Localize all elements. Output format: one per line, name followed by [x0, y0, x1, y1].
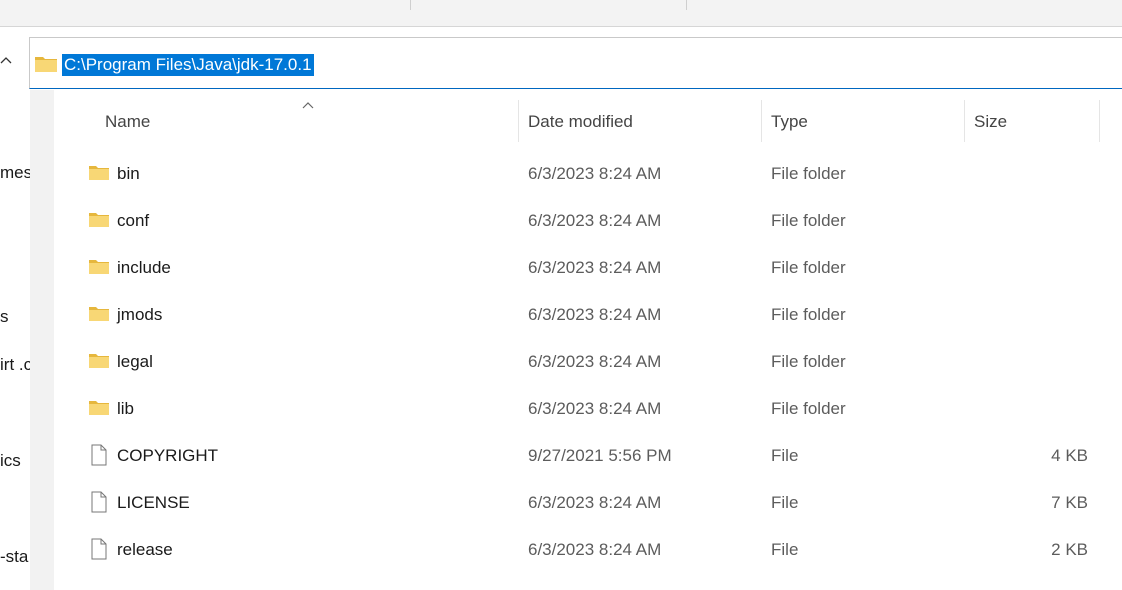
file-icon: [90, 444, 112, 466]
file-row[interactable]: conf 6/3/2023 8:24 AM File folder: [0, 210, 1122, 250]
address-path[interactable]: C:\Program Files\Java\jdk-17.0.1: [62, 54, 314, 76]
column-header-row: Name Date modified Type Size: [0, 100, 1122, 146]
file-date-modified: 6/3/2023 8:24 AM: [528, 211, 662, 230]
folder-icon: [88, 304, 110, 326]
address-bar[interactable]: C:\Program Files\Java\jdk-17.0.1: [29, 37, 1122, 89]
column-header-name[interactable]: Name: [105, 112, 150, 132]
file-type: File folder: [771, 352, 846, 371]
column-divider[interactable]: [964, 100, 965, 142]
column-divider[interactable]: [761, 100, 762, 142]
file-name: include: [117, 258, 171, 277]
file-row[interactable]: jmods 6/3/2023 8:24 AM File folder: [0, 304, 1122, 344]
file-name: conf: [117, 211, 150, 230]
column-header-type[interactable]: Type: [771, 112, 808, 132]
file-size: 7 KB: [1051, 493, 1088, 512]
file-name: lib: [117, 399, 135, 418]
file-row[interactable]: release 6/3/2023 8:24 AM File 2 KB: [0, 538, 1122, 579]
folder-icon: [88, 210, 110, 232]
file-date-modified: 6/3/2023 8:24 AM: [528, 493, 662, 512]
file-icon: [90, 491, 112, 513]
folder-icon: [88, 257, 110, 279]
folder-icon: [88, 398, 110, 420]
column-divider[interactable]: [518, 100, 519, 142]
folder-icon: [88, 351, 110, 373]
file-name: bin: [117, 164, 140, 183]
file-name: jmods: [117, 305, 163, 324]
file-name: LICENSE: [117, 493, 190, 512]
file-size: 4 KB: [1051, 446, 1088, 465]
column-header-date-modified[interactable]: Date modified: [528, 112, 633, 132]
file-date-modified: 6/3/2023 8:24 AM: [528, 352, 662, 371]
file-row[interactable]: lib 6/3/2023 8:24 AM File folder: [0, 398, 1122, 438]
file-type: File folder: [771, 164, 846, 183]
file-date-modified: 6/3/2023 8:24 AM: [528, 258, 662, 277]
file-date-modified: 6/3/2023 8:24 AM: [528, 540, 662, 559]
file-row[interactable]: legal 6/3/2023 8:24 AM File folder: [0, 351, 1122, 391]
file-type: File folder: [771, 258, 846, 277]
file-date-modified: 9/27/2021 5:56 PM: [528, 446, 672, 465]
file-date-modified: 6/3/2023 8:24 AM: [528, 164, 662, 183]
file-type: File: [771, 493, 799, 512]
file-row[interactable]: bin 6/3/2023 8:24 AM File folder: [0, 163, 1122, 203]
file-type: File folder: [771, 305, 846, 324]
file-date-modified: 6/3/2023 8:24 AM: [528, 399, 662, 418]
toolbar-strip: [0, 0, 1122, 27]
file-row[interactable]: LICENSE 6/3/2023 8:24 AM File 7 KB: [0, 491, 1122, 532]
file-name: COPYRIGHT: [117, 446, 219, 465]
file-date-modified: 6/3/2023 8:24 AM: [528, 305, 662, 324]
file-icon: [90, 538, 112, 560]
folder-icon: [35, 57, 57, 72]
file-name: legal: [117, 352, 153, 371]
chevron-up-icon[interactable]: [0, 52, 12, 68]
folder-icon: [88, 163, 110, 185]
file-type: File: [771, 446, 799, 465]
file-row[interactable]: include 6/3/2023 8:24 AM File folder: [0, 257, 1122, 297]
toolbar-separator: [686, 0, 687, 10]
file-row[interactable]: COPYRIGHT 9/27/2021 5:56 PM File 4 KB: [0, 444, 1122, 485]
toolbar-separator: [410, 0, 411, 10]
file-type: File folder: [771, 399, 846, 418]
file-type: File folder: [771, 211, 846, 230]
file-size: 2 KB: [1051, 540, 1088, 559]
file-name: release: [117, 540, 173, 559]
column-divider[interactable]: [1099, 100, 1100, 142]
file-type: File: [771, 540, 799, 559]
column-header-size[interactable]: Size: [974, 112, 1007, 132]
